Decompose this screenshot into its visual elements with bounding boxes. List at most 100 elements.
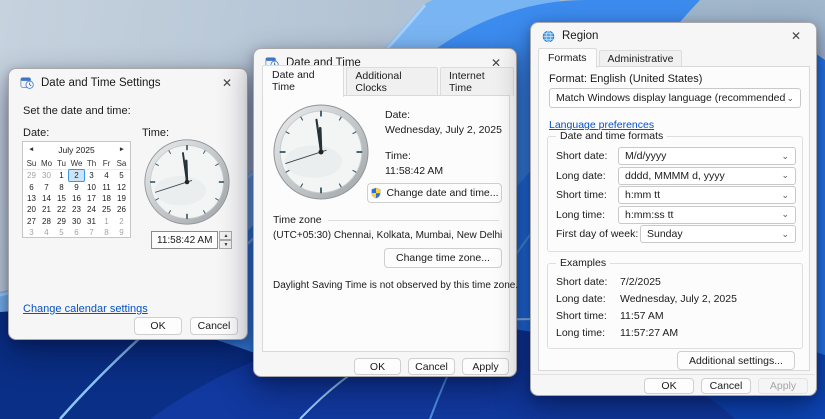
day-header: Mo — [39, 157, 54, 169]
tab-formats[interactable]: Formats — [538, 48, 597, 68]
short-date-dropdown[interactable]: M/d/yyyy ⌄ — [618, 147, 796, 165]
first-day-of-week-value: Sunday — [647, 228, 781, 240]
day-header: Tu — [54, 157, 69, 169]
long-time-dropdown[interactable]: h:mm:ss tt ⌄ — [618, 206, 796, 224]
apply-button[interactable]: Apply — [758, 378, 808, 394]
calendar-day[interactable]: 12 — [114, 181, 129, 192]
calendar-day[interactable]: 7 — [84, 227, 99, 238]
calendar-day[interactable]: 17 — [84, 193, 99, 204]
calendar-day[interactable]: 28 — [39, 216, 54, 227]
ok-button[interactable]: OK — [354, 358, 401, 375]
calendar-day[interactable]: 13 — [24, 193, 39, 204]
calendar-day[interactable]: 23 — [69, 204, 84, 215]
calendar-day[interactable]: 4 — [39, 227, 54, 238]
calendar-week: 293012345 — [23, 170, 130, 181]
dialog-title: Date and Time Settings — [41, 77, 211, 89]
calendar-day[interactable]: 5 — [54, 227, 69, 238]
calendar-day-selected[interactable]: 2 — [69, 170, 84, 181]
format-label: Format: English (United States) — [549, 73, 702, 85]
chevron-down-icon: ⌄ — [786, 94, 794, 103]
calendar-day[interactable]: 1 — [99, 216, 114, 227]
example-short-date-value: 7/2/2025 — [620, 276, 661, 288]
chevron-down-icon: ⌄ — [781, 230, 789, 239]
time-input[interactable]: 11:58:42 AM — [151, 231, 218, 249]
day-header: We — [69, 157, 84, 169]
titlebar[interactable]: Region ✕ — [531, 23, 816, 49]
calendar-day[interactable]: 9 — [114, 227, 129, 238]
additional-settings-button[interactable]: Additional settings... — [677, 351, 795, 370]
calendar-day[interactable]: 9 — [69, 181, 84, 192]
change-calendar-settings-link[interactable]: Change calendar settings — [23, 303, 148, 315]
calendar-day[interactable]: 3 — [24, 227, 39, 238]
long-date-value: dddd, MMMM d, yyyy — [625, 170, 781, 182]
calendar-day[interactable]: 14 — [39, 193, 54, 204]
calendar-day[interactable]: 10 — [84, 181, 99, 192]
calendar-day[interactable]: 29 — [54, 216, 69, 227]
calendar-day[interactable]: 1 — [54, 170, 69, 181]
chevron-down-icon: ⌄ — [781, 191, 789, 200]
calendar-day[interactable]: 20 — [24, 204, 39, 215]
calendar-next-icon[interactable]: ► — [119, 146, 125, 153]
short-time-value: h:mm tt — [625, 189, 781, 201]
calendar: ◄ July 2025 ► SuMoTuWeThFrSa 293012345 6… — [22, 141, 131, 238]
calendar-month-label[interactable]: July 2025 — [34, 145, 118, 155]
calendar-day[interactable]: 3 — [84, 170, 99, 181]
short-date-label: Short date: — [556, 150, 607, 162]
calendar-day[interactable]: 29 — [24, 170, 39, 181]
apply-button[interactable]: Apply — [462, 358, 509, 375]
ok-button[interactable]: OK — [134, 317, 182, 335]
cancel-button[interactable]: Cancel — [408, 358, 455, 375]
calendar-day[interactable]: 31 — [84, 216, 99, 227]
time-label: Time: — [385, 150, 411, 162]
calendar-day[interactable]: 15 — [54, 193, 69, 204]
change-date-time-button[interactable]: Change date and time... — [367, 183, 502, 203]
spin-down-icon[interactable]: ▼ — [219, 240, 232, 249]
calendar-day[interactable]: 5 — [114, 170, 129, 181]
calendar-day[interactable]: 22 — [54, 204, 69, 215]
calendar-day[interactable]: 30 — [39, 170, 54, 181]
titlebar[interactable]: Date and Time Settings ✕ — [9, 69, 247, 97]
format-dropdown[interactable]: Match Windows display language (recommen… — [549, 88, 801, 108]
change-date-time-label: Change date and time... — [386, 187, 498, 199]
calendar-day[interactable]: 6 — [24, 181, 39, 192]
calendar-day[interactable]: 25 — [99, 204, 114, 215]
example-long-time-label: Long time: — [556, 327, 605, 339]
short-time-dropdown[interactable]: h:mm tt ⌄ — [618, 186, 796, 204]
calendar-day[interactable]: 21 — [39, 204, 54, 215]
calendar-day[interactable]: 24 — [84, 204, 99, 215]
tab-additional-clocks[interactable]: Additional Clocks — [346, 67, 438, 96]
calendar-day[interactable]: 19 — [114, 193, 129, 204]
calendar-day[interactable]: 2 — [114, 216, 129, 227]
close-icon[interactable]: ✕ — [787, 28, 805, 44]
datetime-icon — [20, 76, 34, 90]
long-date-dropdown[interactable]: dddd, MMMM d, yyyy ⌄ — [618, 167, 796, 185]
cancel-button[interactable]: Cancel — [701, 378, 751, 394]
calendar-day[interactable]: 7 — [39, 181, 54, 192]
calendar-day[interactable]: 8 — [99, 227, 114, 238]
tab-date-and-time[interactable]: Date and Time — [262, 65, 344, 97]
calendar-day[interactable]: 6 — [69, 227, 84, 238]
close-icon[interactable]: ✕ — [218, 75, 236, 91]
first-day-of-week-dropdown[interactable]: Sunday ⌄ — [640, 225, 796, 243]
calendar-day[interactable]: 18 — [99, 193, 114, 204]
instruction-text: Set the date and time: — [23, 105, 131, 117]
date-label: Date: — [385, 109, 410, 121]
change-time-zone-button[interactable]: Change time zone... — [384, 248, 502, 268]
tab-administrative[interactable]: Administrative — [599, 50, 683, 67]
cancel-button[interactable]: Cancel — [190, 317, 238, 335]
tab-internet-time[interactable]: Internet Time — [440, 67, 514, 96]
calendar-day[interactable]: 27 — [24, 216, 39, 227]
spin-up-icon[interactable]: ▲ — [219, 231, 232, 240]
timezone-value: (UTC+05:30) Chennai, Kolkata, Mumbai, Ne… — [273, 230, 502, 241]
ok-button[interactable]: OK — [644, 378, 694, 394]
calendar-day[interactable]: 30 — [69, 216, 84, 227]
calendar-day[interactable]: 26 — [114, 204, 129, 215]
calendar-day[interactable]: 16 — [69, 193, 84, 204]
calendar-day[interactable]: 4 — [99, 170, 114, 181]
calendar-day[interactable]: 11 — [99, 181, 114, 192]
calendar-week: 272829303112 — [23, 216, 130, 227]
calendar-day[interactable]: 8 — [54, 181, 69, 192]
dst-note: Daylight Saving Time is not observed by … — [273, 280, 518, 291]
examples-group-label: Examples — [556, 257, 610, 269]
date-value: Wednesday, July 2, 2025 — [385, 124, 502, 136]
